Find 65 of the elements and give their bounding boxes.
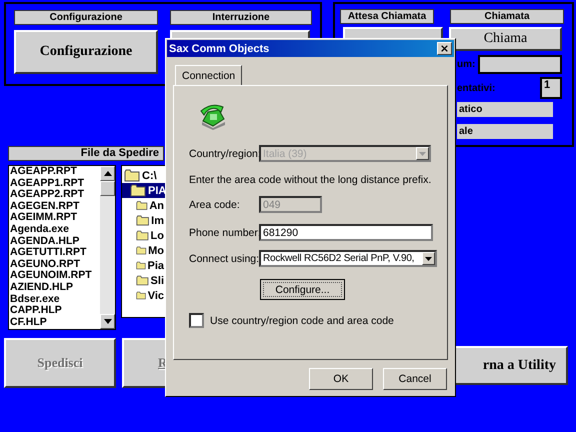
file-item[interactable]: CF.HLP <box>10 316 100 328</box>
file-item[interactable]: AGEUNO.RPT <box>10 258 100 270</box>
close-button[interactable]: × <box>437 42 452 55</box>
folder-icon <box>124 169 141 182</box>
file-item[interactable]: AGEAPP2.RPT <box>10 189 100 201</box>
scrollbar[interactable] <box>100 166 115 329</box>
file-item[interactable]: Agenda.exe <box>10 224 100 236</box>
folder-icon <box>136 229 150 242</box>
file-item[interactable]: AGEAPP.RPT <box>10 166 100 178</box>
folder-icon <box>136 289 147 302</box>
folder-icon <box>136 259 146 272</box>
window-title: Sax Comm Objects <box>169 42 270 54</box>
file-item[interactable]: Bdser.exe <box>10 294 100 306</box>
folder-icon <box>136 199 148 212</box>
call-button[interactable]: Chiama <box>449 27 562 51</box>
number-field[interactable] <box>478 55 562 74</box>
checkbox[interactable] <box>189 313 204 328</box>
dialog-button[interactable]: Cancel <box>383 368 447 390</box>
file-item[interactable]: CAPP.HLP <box>10 305 100 317</box>
section-label: Interruzione <box>170 10 312 25</box>
folder-icon <box>136 214 150 227</box>
file-item[interactable]: AGEAPP1.RPT <box>10 178 100 190</box>
dropdown-arrow-icon <box>419 152 426 156</box>
mode-option[interactable]: ale <box>457 124 553 139</box>
folder-item[interactable]: Sli <box>122 273 164 288</box>
attempts-label: entativi: <box>457 83 496 94</box>
folder-item[interactable]: Im <box>122 213 164 228</box>
file-list[interactable]: AGEAPP.RPT AGEAPP1.RPT AGEAPP2.RPT AGEGEN.RPT AGEIMM.RPT Agenda.exe AGENDA.HLP AGETUTTI.RPT AGEUNO.RPT AGEUNOIM.RPT AZIEND.HLP Bdser.exe CAPP.HLP CF.HLP <box>8 165 116 330</box>
file-item[interactable]: AGENDA.HLP <box>10 236 100 248</box>
dialog-button[interactable]: OK <box>309 368 373 390</box>
file-item[interactable]: AGEUNOIM.RPT <box>10 270 100 282</box>
file-item[interactable]: AGETUTTI.RPT <box>10 247 100 259</box>
configure-button[interactable]: Configure... <box>260 279 345 300</box>
file-item[interactable]: AGEGEN.RPT <box>10 200 100 212</box>
folder-item[interactable]: C:\ <box>122 168 164 183</box>
section-label: Configurazione <box>14 10 158 25</box>
folder-icon <box>136 244 148 257</box>
scroll-down-button[interactable] <box>100 314 115 329</box>
folder-item[interactable]: Vic <box>122 288 164 303</box>
file-item[interactable]: AGEIMM.RPT <box>10 212 100 224</box>
attempts-field[interactable]: 1 <box>540 77 562 99</box>
folder-item[interactable]: An <box>122 198 164 213</box>
mode-option[interactable]: atico <box>457 102 553 117</box>
field-label: Country/region: <box>189 148 259 160</box>
modem-dropdown[interactable]: Rockwell RC56D2 Serial PnP, V.90, <box>259 250 437 267</box>
phone-number-field[interactable]: 681290 <box>259 224 433 241</box>
up-arrow-icon <box>104 171 112 176</box>
telephone-icon <box>199 102 227 130</box>
down-arrow-icon <box>104 319 112 324</box>
folder-item[interactable]: Lo <box>122 228 164 243</box>
dropdown-arrow-icon <box>425 256 432 260</box>
number-label: um: <box>457 59 476 70</box>
scroll-thumb[interactable] <box>100 181 115 196</box>
tab[interactable]: Connection <box>175 65 242 85</box>
section-label: Attesa Chiamata <box>340 9 434 24</box>
scroll-up-button[interactable] <box>100 166 115 181</box>
section-label: File da Spedire <box>8 146 164 161</box>
file-item[interactable]: AZIEND.HLP <box>10 282 100 294</box>
section-label: Chiamata <box>450 9 564 24</box>
folder-icon <box>130 184 147 197</box>
folder-item[interactable]: Mo <box>122 243 164 258</box>
folder-item[interactable]: Pia <box>122 258 164 273</box>
folder-icon <box>136 274 150 287</box>
configuration-button[interactable]: Configurazione <box>14 30 158 74</box>
folder-item[interactable]: PIA <box>122 183 168 198</box>
